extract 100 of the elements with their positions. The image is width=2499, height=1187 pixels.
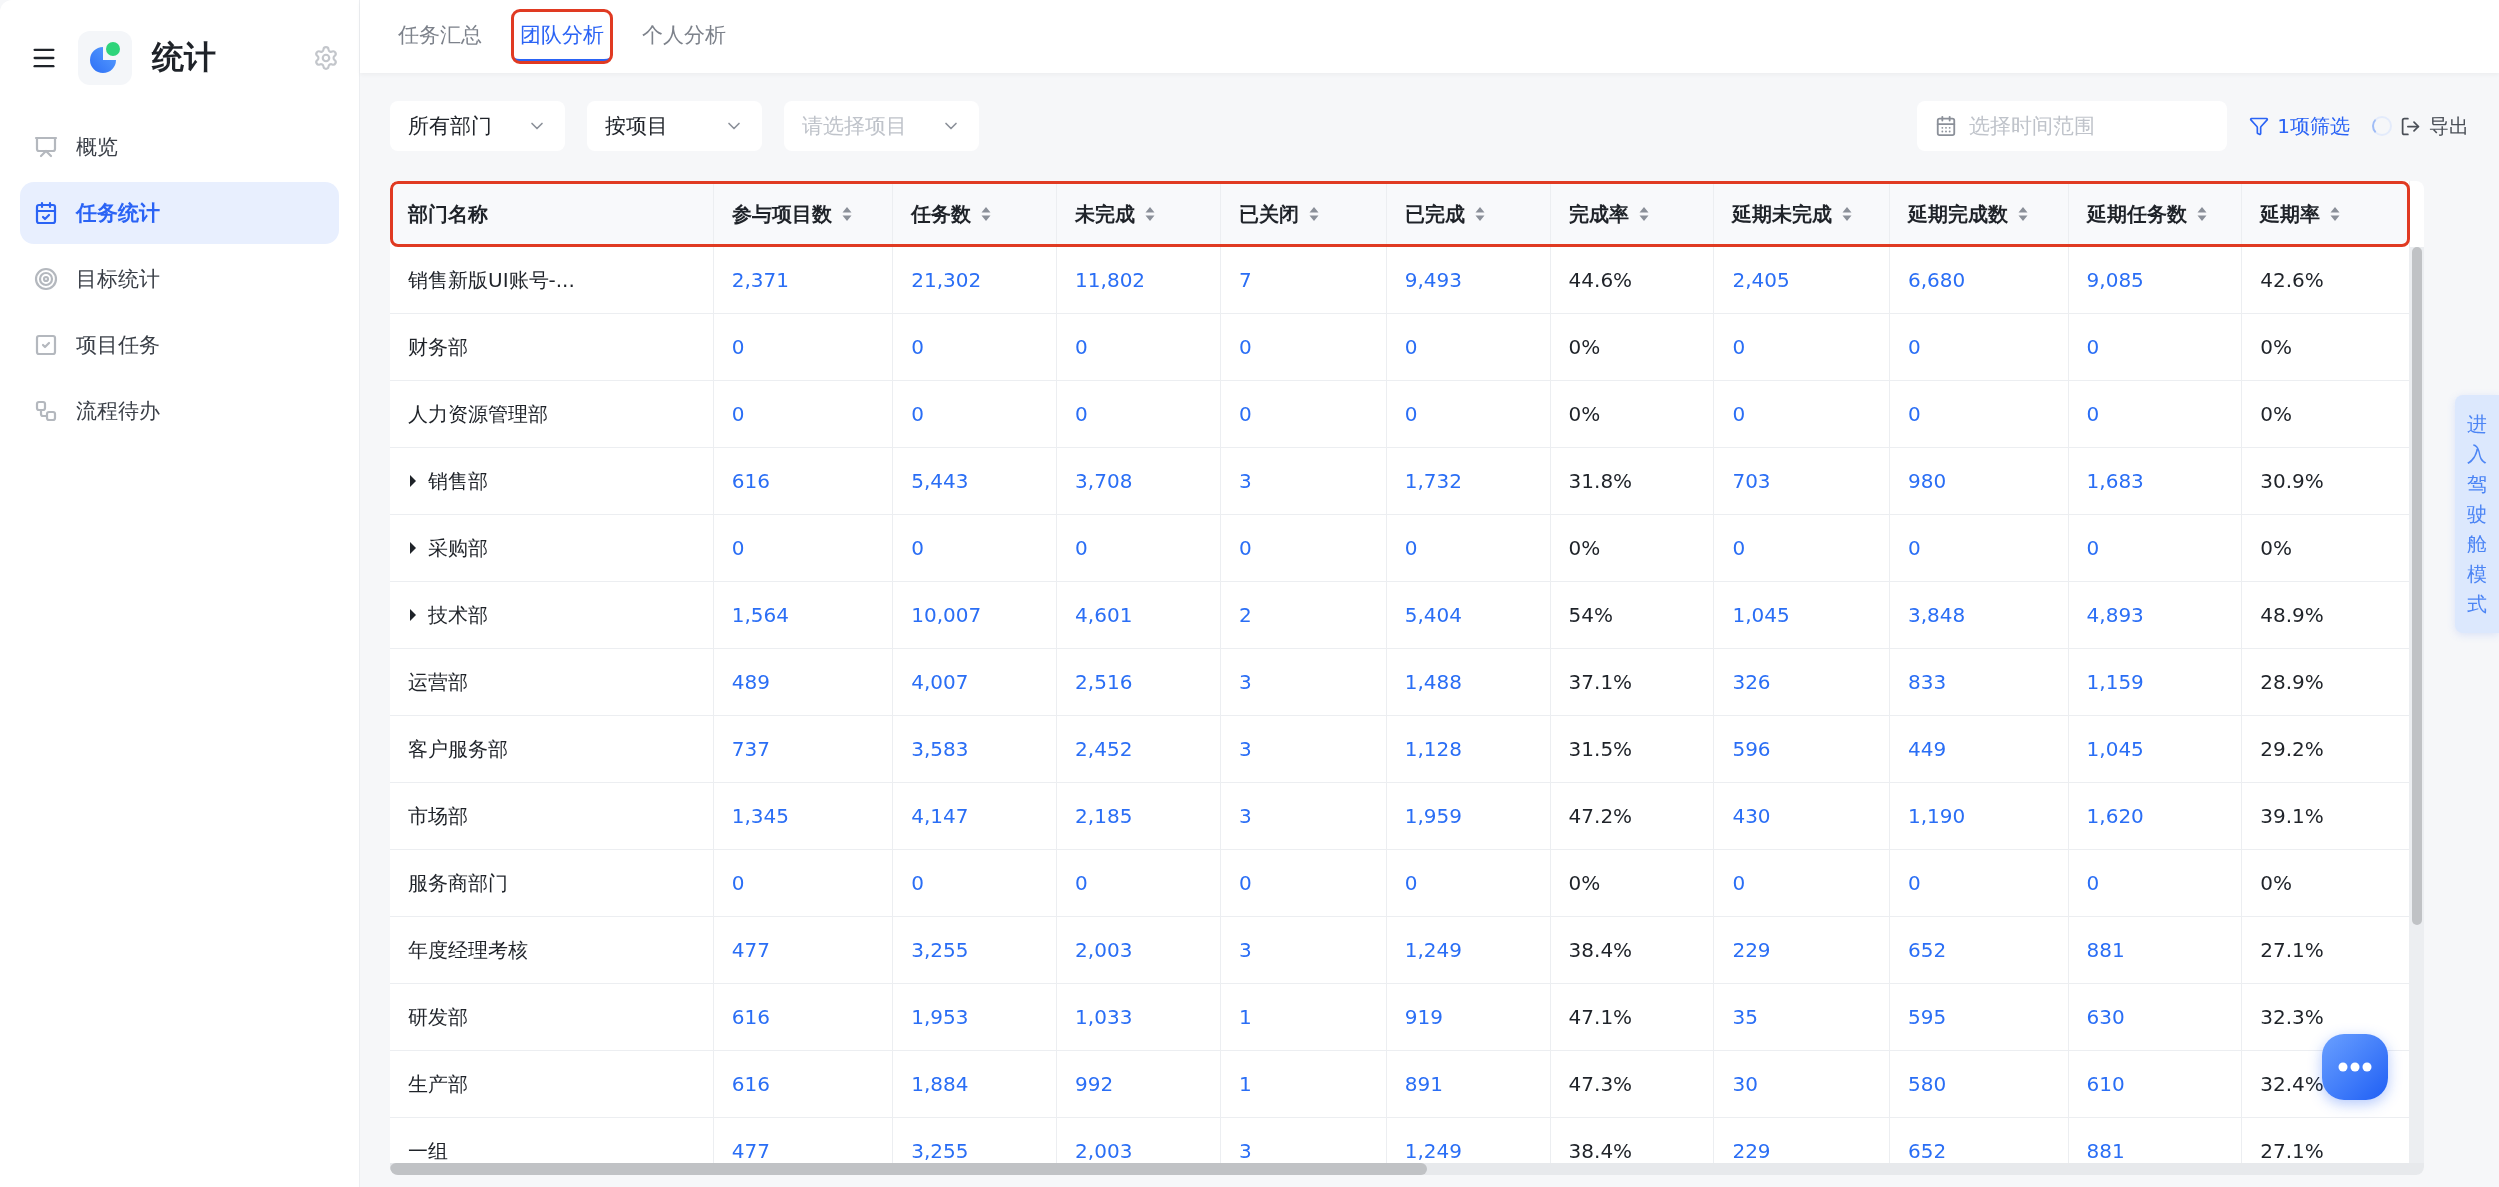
- table-cell-link[interactable]: 652: [1890, 917, 2069, 983]
- table-cell-link[interactable]: 616: [713, 448, 894, 514]
- table-cell-link[interactable]: 1,884: [893, 1051, 1058, 1117]
- table-cell-link[interactable]: 1,683: [2068, 448, 2243, 514]
- nav-item[interactable]: 流程待办: [20, 380, 339, 442]
- table-cell-link[interactable]: 0: [713, 381, 894, 447]
- table-cell-link[interactable]: 1,953: [893, 984, 1058, 1050]
- table-cell-link[interactable]: 2,516: [1057, 649, 1221, 715]
- table-cell-link[interactable]: 0: [1714, 515, 1891, 581]
- table-cell-link[interactable]: 229: [1714, 917, 1891, 983]
- table-cell-link[interactable]: 477: [713, 917, 894, 983]
- table-cell-link[interactable]: 919: [1386, 984, 1551, 1050]
- table-cell-link[interactable]: 0: [1890, 381, 2069, 447]
- sort-icon[interactable]: [2330, 206, 2341, 222]
- table-cell-link[interactable]: 596: [1714, 716, 1891, 782]
- sort-icon[interactable]: [1842, 206, 1853, 222]
- table-cell-link[interactable]: 595: [1890, 984, 2069, 1050]
- table-cell-link[interactable]: 616: [713, 984, 894, 1050]
- table-cell-link[interactable]: 1,033: [1057, 984, 1221, 1050]
- column-header[interactable]: 延期率: [2242, 181, 2410, 247]
- table-cell-link[interactable]: 980: [1890, 448, 2069, 514]
- table-cell-link[interactable]: 0: [2068, 381, 2243, 447]
- table-cell-link[interactable]: 0: [1220, 515, 1387, 581]
- column-header[interactable]: 部门名称: [390, 181, 714, 247]
- table-cell-link[interactable]: 0: [1386, 515, 1551, 581]
- table-cell-link[interactable]: 0: [1220, 381, 1387, 447]
- sort-icon[interactable]: [2196, 206, 2207, 222]
- table-cell-link[interactable]: 1,190: [1890, 783, 2069, 849]
- column-header[interactable]: 已完成: [1386, 181, 1551, 247]
- column-header[interactable]: 完成率: [1550, 181, 1715, 247]
- table-cell-link[interactable]: 0: [1220, 850, 1387, 916]
- expand-caret-icon[interactable]: [408, 474, 418, 488]
- table-cell-link[interactable]: 1,488: [1386, 649, 1551, 715]
- nav-item[interactable]: 任务统计: [20, 182, 339, 244]
- horizontal-scrollbar[interactable]: [390, 1163, 2424, 1175]
- sort-icon[interactable]: [1474, 206, 1485, 222]
- table-cell-link[interactable]: 2: [1220, 582, 1387, 648]
- table-cell-link[interactable]: 891: [1386, 1051, 1551, 1117]
- table-cell-link[interactable]: 326: [1714, 649, 1891, 715]
- filter-link[interactable]: 1项筛选: [2249, 112, 2350, 140]
- sort-icon[interactable]: [2018, 206, 2029, 222]
- table-cell-link[interactable]: 3,583: [893, 716, 1058, 782]
- table-cell-link[interactable]: 5,443: [893, 448, 1058, 514]
- table-cell-link[interactable]: 0: [893, 515, 1058, 581]
- table-cell-link[interactable]: 9,493: [1386, 247, 1551, 313]
- tab[interactable]: 任务汇总: [390, 10, 490, 63]
- table-cell-link[interactable]: 1,620: [2068, 783, 2243, 849]
- table-cell-link[interactable]: 0: [1057, 515, 1221, 581]
- column-header[interactable]: 参与项目数: [713, 181, 894, 247]
- table-cell-link[interactable]: 4,893: [2068, 582, 2243, 648]
- table-cell-link[interactable]: 0: [1714, 381, 1891, 447]
- table-cell-link[interactable]: 11,802: [1057, 247, 1221, 313]
- table-cell-link[interactable]: 0: [893, 381, 1058, 447]
- table-cell-link[interactable]: 4,601: [1057, 582, 1221, 648]
- table-cell-link[interactable]: 0: [1890, 850, 2069, 916]
- table-cell-link[interactable]: 630: [2068, 984, 2243, 1050]
- table-cell-link[interactable]: 3: [1220, 448, 1387, 514]
- settings-button[interactable]: [313, 45, 339, 71]
- table-cell-link[interactable]: 2,452: [1057, 716, 1221, 782]
- table-cell-link[interactable]: 833: [1890, 649, 2069, 715]
- sort-icon[interactable]: [1638, 206, 1649, 222]
- column-header[interactable]: 任务数: [893, 181, 1058, 247]
- table-cell-link[interactable]: 35: [1714, 984, 1891, 1050]
- tab[interactable]: 个人分析: [634, 10, 734, 63]
- sort-icon[interactable]: [841, 206, 852, 222]
- table-cell-link[interactable]: 0: [1890, 515, 2069, 581]
- table-cell-link[interactable]: 0: [2068, 850, 2243, 916]
- table-cell-link[interactable]: 1,732: [1386, 448, 1551, 514]
- table-cell-link[interactable]: 21,302: [893, 247, 1058, 313]
- vertical-scrollbar[interactable]: [2410, 247, 2424, 1163]
- table-cell-link[interactable]: 9,085: [2068, 247, 2243, 313]
- expand-caret-icon[interactable]: [408, 608, 418, 622]
- tab[interactable]: 团队分析: [512, 10, 612, 63]
- table-cell-link[interactable]: 3: [1220, 649, 1387, 715]
- table-cell-link[interactable]: 0: [1714, 314, 1891, 380]
- table-cell-link[interactable]: 0: [893, 314, 1058, 380]
- table-cell-link[interactable]: 2,371: [713, 247, 894, 313]
- table-cell-link[interactable]: 610: [2068, 1051, 2243, 1117]
- table-cell-link[interactable]: 3,255: [893, 917, 1058, 983]
- table-cell-link[interactable]: 2,185: [1057, 783, 1221, 849]
- table-cell-link[interactable]: 992: [1057, 1051, 1221, 1117]
- table-cell-link[interactable]: 580: [1890, 1051, 2069, 1117]
- table-cell-link[interactable]: 881: [2068, 917, 2243, 983]
- sort-icon[interactable]: [1308, 206, 1319, 222]
- table-cell-link[interactable]: 1,959: [1386, 783, 1551, 849]
- table-cell-link[interactable]: 30: [1714, 1051, 1891, 1117]
- table-cell-link[interactable]: 4,007: [893, 649, 1058, 715]
- export-button[interactable]: 导出: [2372, 112, 2469, 140]
- table-cell-link[interactable]: 3: [1220, 917, 1387, 983]
- column-header[interactable]: 延期完成数: [1890, 181, 2069, 247]
- table-cell-link[interactable]: 0: [893, 850, 1058, 916]
- table-cell-link[interactable]: 0: [1386, 850, 1551, 916]
- group-by-select[interactable]: 按项目: [587, 101, 762, 151]
- column-header[interactable]: 延期任务数: [2068, 181, 2243, 247]
- cockpit-mode-tab[interactable]: 进入驾驶舱模式: [2455, 395, 2499, 633]
- table-cell-link[interactable]: 2,003: [1057, 917, 1221, 983]
- table-cell-link[interactable]: 1,045: [1714, 582, 1891, 648]
- table-cell-link[interactable]: 6,680: [1890, 247, 2069, 313]
- more-button[interactable]: [2322, 1034, 2388, 1100]
- table-cell-link[interactable]: 0: [1220, 314, 1387, 380]
